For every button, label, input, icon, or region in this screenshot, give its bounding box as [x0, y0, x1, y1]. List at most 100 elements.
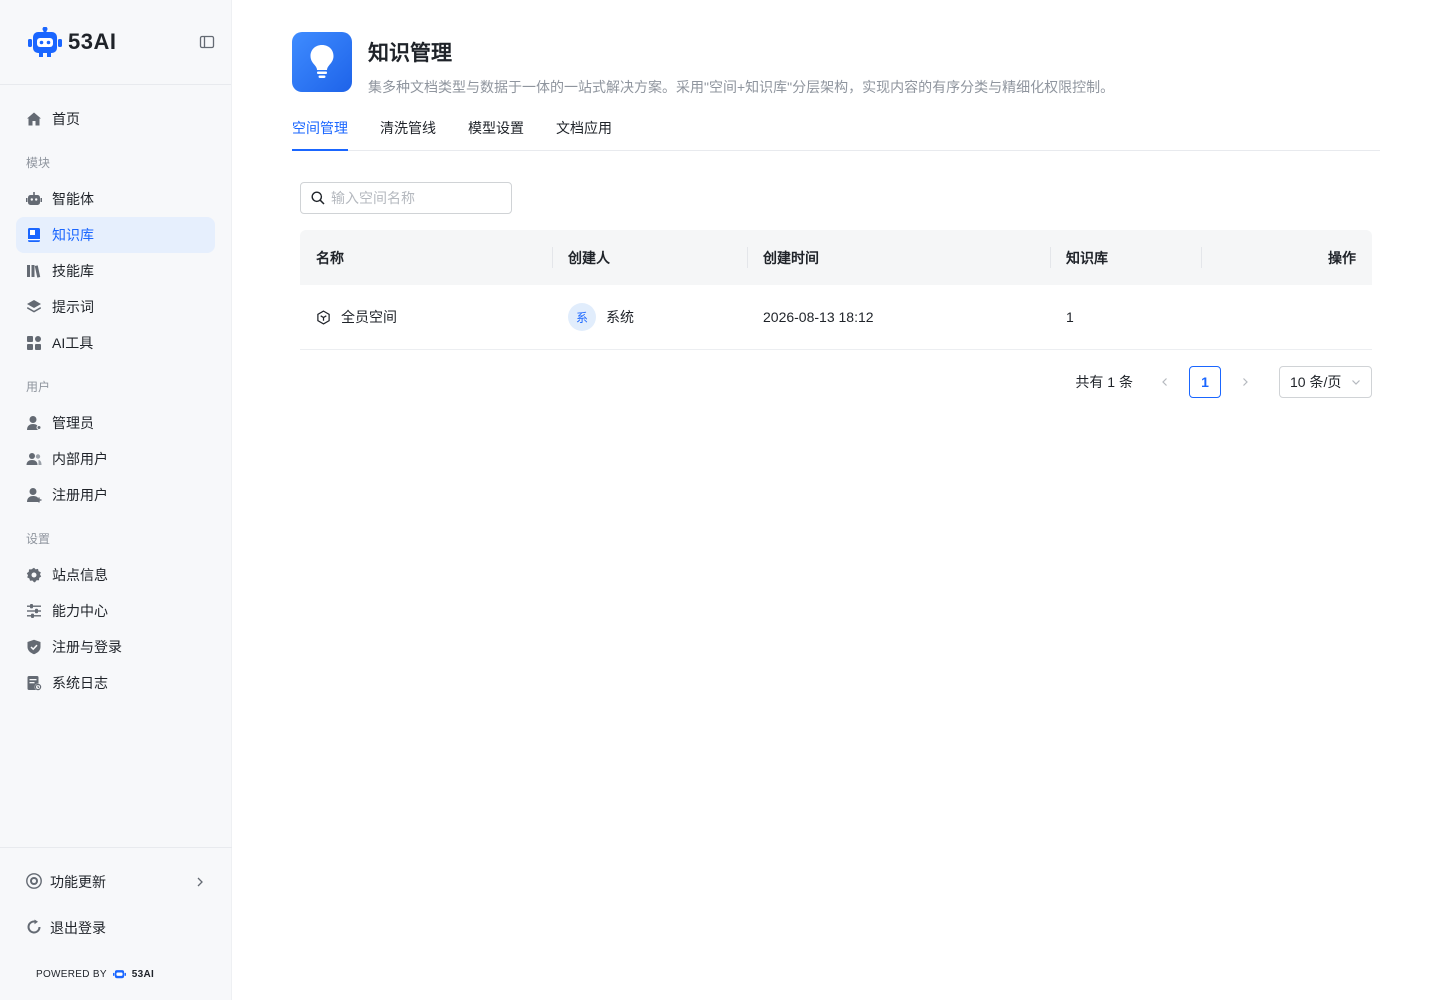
powered-by: POWERED BY 53AI — [16, 946, 216, 980]
prev-page-button[interactable] — [1149, 366, 1181, 398]
sidebar: 53AI 首页 模块 智能体 知识库 技能库 提示词 AI工具 用户 管理员 内… — [0, 0, 232, 1000]
logo[interactable]: 53AI — [28, 27, 116, 57]
sidebar-item-system-log[interactable]: 系统日志 — [16, 665, 215, 701]
tab-cleaning-pipeline[interactable]: 清洗管线 — [380, 109, 436, 150]
sidebar-item-ai-tools[interactable]: AI工具 — [16, 325, 215, 361]
sliders-icon — [26, 603, 42, 619]
sidebar-item-capability-center[interactable]: 能力中心 — [16, 593, 215, 629]
sidebar-footer: 功能更新 退出登录 POWERED BY 53AI — [0, 847, 232, 1000]
powered-by-brand: 53AI — [131, 968, 155, 980]
sidebar-item-agents[interactable]: 智能体 — [16, 181, 215, 217]
table-header: 名称 创建人 创建时间 知识库 操作 — [300, 230, 1372, 285]
pagination: 共有 1 条 1 10 条/页 — [1075, 366, 1372, 398]
cube-icon — [317, 309, 330, 325]
next-page-button[interactable] — [1229, 366, 1261, 398]
sidebar-item-site-info[interactable]: 站点信息 — [16, 557, 215, 593]
sidebar-item-label: 注册用户 — [52, 487, 108, 503]
cell-created-at: 2026-08-13 18:12 — [763, 309, 874, 325]
chevron-right-icon — [1243, 378, 1248, 386]
book-icon — [26, 227, 42, 243]
robot-icon — [26, 191, 42, 207]
sidebar-item-label: 内部用户 — [52, 451, 108, 467]
table-row[interactable]: 全员空间 系 系统 2026-08-13 18:12 1 — [300, 285, 1372, 350]
creator-name: 系统 — [606, 309, 634, 325]
sidebar-item-knowledge[interactable]: 知识库 — [16, 217, 215, 253]
chevron-right-icon — [197, 877, 203, 887]
cell-name: 全员空间 — [300, 285, 552, 349]
search-icon — [311, 191, 325, 205]
cell-actions — [1201, 285, 1372, 349]
cell-kb-count: 1 — [1066, 309, 1074, 325]
refresh-circle-icon — [26, 872, 42, 892]
pagination-total: 共有 1 条 — [1075, 374, 1133, 390]
column-header-name: 名称 — [316, 249, 344, 266]
feature-updates-label: 功能更新 — [50, 874, 106, 890]
sidebar-item-label: 系统日志 — [52, 675, 108, 691]
page-size-select[interactable]: 10 条/页 — [1279, 366, 1372, 398]
layers-icon — [26, 299, 42, 315]
sidebar-item-registered-users[interactable]: 注册用户 — [16, 477, 215, 513]
admin-user-icon — [26, 415, 42, 431]
sidebar-item-register-login[interactable]: 注册与登录 — [16, 629, 215, 665]
column-header-created-at: 创建时间 — [747, 230, 1050, 285]
team-icon — [26, 451, 42, 467]
brand-name: 53AI — [68, 29, 117, 54]
tab-document-apps[interactable]: 文档应用 — [556, 109, 612, 150]
sidebar-item-label: 能力中心 — [52, 603, 108, 619]
robot-logo-icon — [28, 27, 62, 57]
space-name: 全员空间 — [341, 309, 397, 325]
sidebar-item-label: 注册与登录 — [52, 639, 122, 655]
main-content: 知识管理 集多种文档类型与数据于一体的一站式解决方案。采用"空间+知识库"分层架… — [292, 32, 1380, 398]
feature-updates-button[interactable]: 功能更新 — [16, 864, 216, 900]
sidebar-item-skills[interactable]: 技能库 — [16, 253, 215, 289]
sidebar-nav: 首页 模块 智能体 知识库 技能库 提示词 AI工具 用户 管理员 内部用户 注… — [0, 85, 231, 701]
log-icon — [26, 675, 42, 691]
chevron-left-icon — [1162, 378, 1167, 386]
powered-by-label: POWERED BY — [36, 968, 107, 980]
sidebar-item-label: 智能体 — [52, 191, 94, 207]
page-button-1[interactable]: 1 — [1189, 366, 1221, 398]
nav-group-modules: 模块 — [26, 156, 51, 170]
column-header-kb-count: 知识库 — [1050, 230, 1201, 285]
tab-space-management[interactable]: 空间管理 — [292, 109, 348, 151]
cell-creator: 系 系统 — [552, 285, 747, 349]
page-description: 集多种文档类型与数据于一体的一站式解决方案。采用"空间+知识库"分层架构，实现内… — [368, 79, 1115, 95]
add-user-icon — [26, 487, 42, 503]
avatar: 系 — [568, 303, 596, 331]
sidebar-item-label: 技能库 — [52, 263, 94, 279]
page-header: 知识管理 集多种文档类型与数据于一体的一站式解决方案。采用"空间+知识库"分层架… — [292, 32, 1380, 97]
nav-group-settings: 设置 — [26, 532, 51, 546]
page-title: 知识管理 — [368, 42, 452, 65]
gear-icon — [26, 567, 42, 583]
sidebar-header: 53AI — [0, 0, 231, 85]
tab-bar: 空间管理 清洗管线 模型设置 文档应用 — [292, 109, 1380, 151]
nav-group-users: 用户 — [26, 380, 51, 394]
column-header-creator: 创建人 — [552, 230, 747, 285]
home-icon — [26, 111, 42, 127]
search-box — [300, 182, 512, 214]
sidebar-item-internal-users[interactable]: 内部用户 — [16, 441, 215, 477]
spaces-table: 名称 创建人 创建时间 知识库 操作 全员空间 系 系统 2026-08-13 … — [300, 230, 1372, 350]
sidebar-item-label: 站点信息 — [52, 567, 108, 583]
shield-icon — [26, 639, 42, 655]
robot-logo-small-icon — [112, 970, 126, 979]
search-input[interactable] — [331, 190, 501, 206]
page-size-value: 10 条/页 — [1290, 374, 1342, 390]
column-header-actions: 操作 — [1201, 230, 1372, 285]
sidebar-collapse-icon[interactable] — [199, 34, 215, 50]
sidebar-item-label: 知识库 — [52, 227, 94, 243]
sidebar-item-home[interactable]: 首页 — [16, 101, 215, 137]
lightbulb-icon — [292, 32, 352, 92]
sidebar-item-prompts[interactable]: 提示词 — [16, 289, 215, 325]
logout-button[interactable]: 退出登录 — [16, 910, 216, 946]
logout-label: 退出登录 — [50, 920, 106, 936]
tab-model-settings[interactable]: 模型设置 — [468, 109, 524, 150]
sidebar-item-label: 管理员 — [52, 415, 94, 431]
library-icon — [26, 263, 42, 279]
apps-icon — [26, 335, 42, 351]
sidebar-item-label: 提示词 — [52, 299, 94, 315]
sidebar-item-admins[interactable]: 管理员 — [16, 405, 215, 441]
chevron-down-icon — [1352, 380, 1360, 385]
logout-icon — [26, 919, 42, 938]
sidebar-item-label: AI工具 — [52, 335, 94, 351]
